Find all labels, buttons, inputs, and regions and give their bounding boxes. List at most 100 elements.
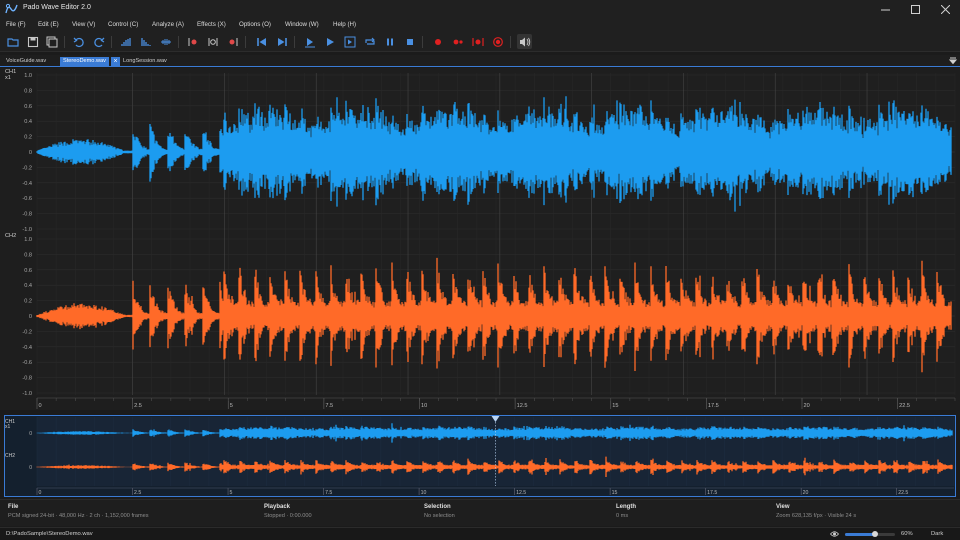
undo-button[interactable] [71,34,86,49]
x-tick-label: 12.5 [517,403,528,409]
info-selection: Selection No selection [424,504,455,519]
info-file-title: File [8,504,19,510]
overview-x-tick-label: 5 [230,490,233,496]
spectrum-icon [140,37,151,46]
open-button[interactable] [5,34,20,49]
menu-options[interactable]: Options (O) [239,21,271,28]
y-tick-label: 0.4 [24,119,32,125]
marker-out-button[interactable] [225,34,240,49]
pause-button[interactable] [382,34,397,49]
close-button[interactable] [930,0,960,18]
pause-icon [386,38,393,45]
theme-toggle[interactable]: Dark [931,531,943,537]
zoom-slider[interactable] [845,531,895,537]
status-bar: D:\PadoSample\StereoDemo.wav 60% Dark [0,527,960,540]
record-button[interactable] [430,34,445,49]
info-selection-title: Selection [424,504,451,510]
close-icon [940,4,950,14]
toolbar-separator [294,36,295,48]
waveform-button[interactable] [158,34,173,49]
info-length-title: Length [616,504,636,510]
y-tick-label: -0.2 [22,329,32,335]
record-selection-icon [471,37,484,46]
overview-x-tick-label: 12.5 [516,490,526,496]
loop-button[interactable] [362,34,377,49]
overview-x-tick-label: 22.5 [898,490,908,496]
toolbar-separator [111,36,112,48]
y-tick-label: 0.4 [24,283,32,289]
menu-file[interactable]: File (F) [6,21,26,28]
record-icon [434,38,441,45]
menu-analyze[interactable]: Analyze (A) [152,21,184,28]
marker-mid-icon [208,37,217,46]
channel-zoom-1: x1 [5,75,11,81]
stop-button[interactable] [402,34,417,49]
waveform-view[interactable]: 1.00.80.60.40.20-0.2-0.4-0.6-0.8-1.0CH1x… [0,68,960,410]
app-logo-icon [5,3,18,14]
minimize-button[interactable] [870,0,900,18]
play-to-end-button[interactable] [342,34,357,49]
overview-x-tick-label: 7.5 [325,490,332,496]
toolbar-separator [64,36,65,48]
menu-control[interactable]: Control (C) [108,21,138,28]
tab-underline [0,66,960,67]
zoom-value: 60% [901,531,913,537]
record-stop-button[interactable] [490,34,505,49]
play-selection-button[interactable] [302,34,317,49]
y-tick-label: -0.8 [22,376,32,382]
menu-view[interactable]: View (V) [72,21,95,28]
overview-channel-zoom-1: x1 [5,424,11,430]
title-bar[interactable]: Pado Wave Editor 2.0 [0,0,960,18]
menu-window[interactable]: Window (W) [285,21,319,28]
maximize-button[interactable] [900,0,930,18]
tab-list-dropdown-icon[interactable] [949,57,957,65]
overview-x-tick-label: 17.5 [707,490,717,496]
skip-start-icon [256,37,266,46]
record-selection-button[interactable] [470,34,485,49]
zoom-slider-fill [845,533,875,536]
info-view-title: View [776,504,790,510]
menu-help[interactable]: Help (H) [333,21,356,28]
x-tick-label: 5 [230,403,233,409]
overview-x-tick-label: 20 [803,490,809,496]
waveform-overview[interactable]: CH1x10CH200 2.5 5 7.5 10 12.5 15 17.5 20 22.5 [4,415,956,497]
amplitude-button[interactable] [118,34,133,49]
eye-icon[interactable] [830,530,839,538]
undo-icon [73,37,84,47]
marker-mid-button[interactable] [205,34,220,49]
menu-edit[interactable]: Edit (E) [38,21,59,28]
speaker-settings-button[interactable] [517,34,532,49]
stop-icon [406,38,413,45]
y-tick-label: 0.6 [24,268,32,274]
info-length-value: 0 ms [616,513,629,519]
skip-end-button[interactable] [274,34,289,49]
play-button[interactable] [322,34,337,49]
loop-icon [364,37,375,45]
marker-in-button[interactable] [185,34,200,49]
toolbar-separator [422,36,423,48]
tab-voiceguide[interactable]: VoiceGuide.wav [3,57,49,66]
x-tick-label: 7.5 [325,403,333,409]
window-title: Pado Wave Editor 2.0 [23,4,91,11]
close-icon: × [113,58,118,65]
spectrum-button[interactable] [138,34,153,49]
record-append-button[interactable] [450,34,465,49]
save-all-button[interactable] [44,34,59,49]
y-tick-label: 0 [29,150,32,156]
info-file: File PCM signed 24-bit · 48,000 Hz · 2 c… [8,504,149,519]
redo-button[interactable] [91,34,106,49]
skip-end-icon [277,37,287,46]
overview-zero-label: 0 [29,431,32,437]
y-tick-label: -0.8 [22,212,32,218]
tab-longsession[interactable]: LongSession.wav [120,57,170,66]
waveform-icon [160,38,171,45]
zoom-slider-thumb[interactable] [872,531,878,537]
redo-icon [93,37,104,47]
skip-start-button[interactable] [254,34,269,49]
save-button[interactable] [25,34,40,49]
tab-close-button[interactable]: × [111,57,120,66]
y-tick-label: 0.2 [24,299,32,305]
menu-effects[interactable]: Effects (X) [197,21,226,28]
tab-stereodemo[interactable]: StereoDemo.wav [60,57,109,66]
maximize-icon [910,4,920,14]
